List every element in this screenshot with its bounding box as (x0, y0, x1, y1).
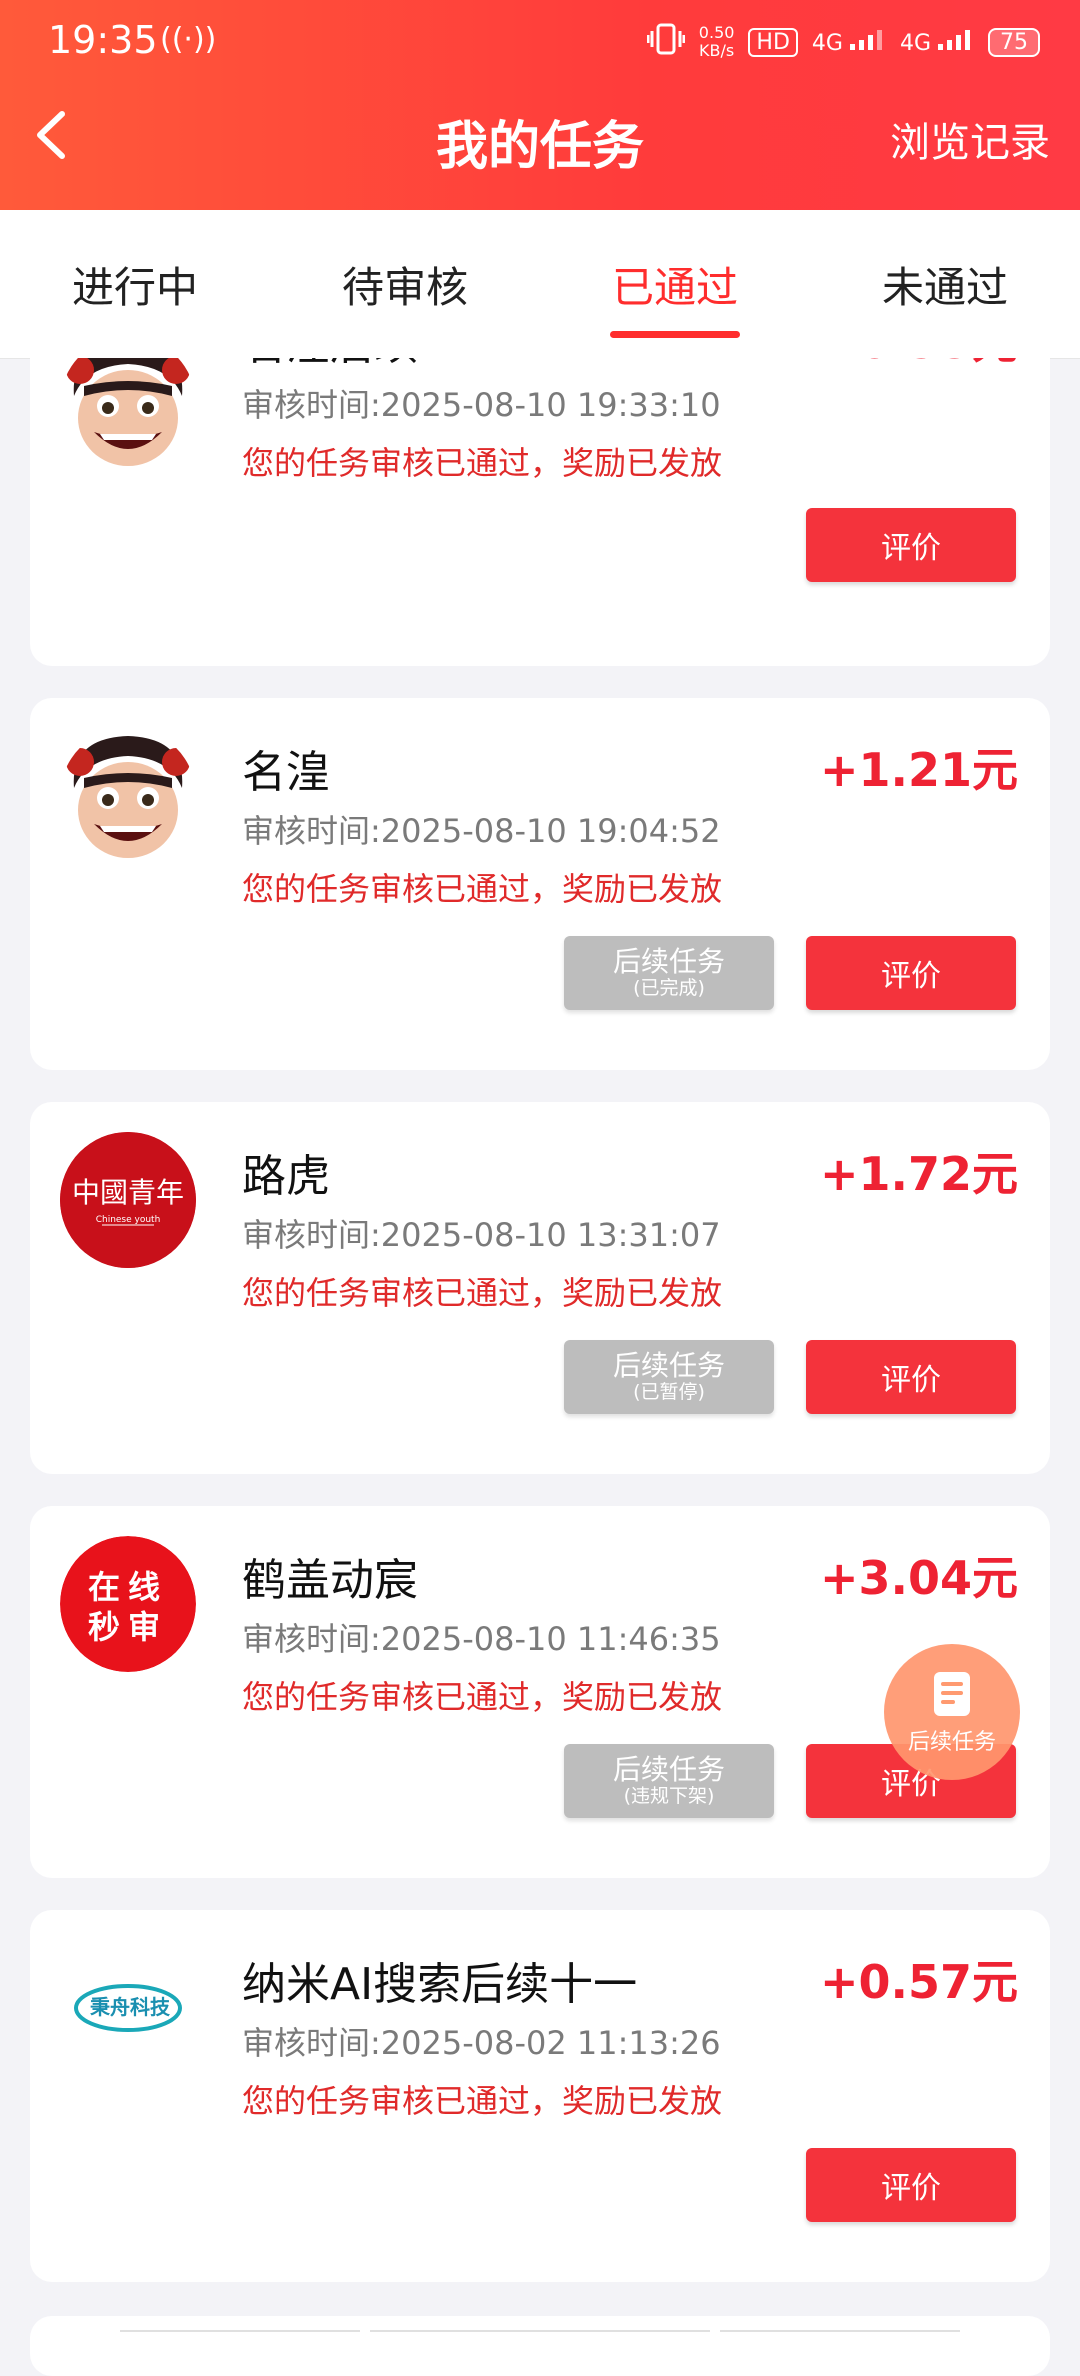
floating-follow-up-button[interactable]: 后续任务 (884, 1644, 1020, 1780)
review-status: 您的任务审核已通过，奖励已发放 (242, 1678, 723, 1716)
task-name: 纳米AI搜索后续十一 (242, 1959, 638, 2010)
logo-subtext: Chinese youth (96, 1215, 161, 1225)
task-reward: +1.72元 (819, 1147, 1018, 1201)
follow-up-task-button[interactable]: 后续任务 (违规下架) (564, 1744, 774, 1818)
review-time: 审核时间:2025-08-10 19:33:10 (242, 386, 721, 424)
status-bar: 19:35 ((·)) 0.50 KB/s HD 4G 4G 75 (0, 0, 1080, 84)
task-avatar: 在线秒审 (60, 1536, 196, 1672)
sim2-label: 4G (899, 31, 931, 56)
follow-up-state: (已暂停) (633, 1381, 705, 1403)
follow-up-task-button[interactable]: 后续任务 (已暂停) (564, 1340, 774, 1414)
logo-text: 秉舟科技 (90, 1995, 171, 2019)
review-time: 审核时间:2025-08-10 13:31:07 (242, 1216, 721, 1254)
task-reward: +3.04元 (819, 1551, 1018, 1605)
review-button[interactable]: 评价 (806, 1340, 1016, 1414)
tab-approved[interactable]: 已通过 (540, 210, 810, 358)
task-card[interactable]: 名湟后续 +0.95元 审核时间:2025-08-10 19:33:10 您的任… (30, 358, 1050, 666)
hotspot-icon: ((·)) (160, 22, 217, 57)
task-avatar (60, 358, 196, 472)
follow-up-label: 后续任务 (612, 1753, 725, 1786)
review-time: 审核时间:2025-08-02 11:13:26 (242, 2024, 721, 2062)
divider (120, 2330, 360, 2332)
browse-history-link[interactable]: 浏览记录 (890, 110, 1050, 168)
tab-rejected[interactable]: 未通过 (810, 210, 1080, 358)
sim1-signal: 4G (812, 28, 886, 56)
task-card-partial[interactable] (30, 2316, 1050, 2376)
tab-in-progress[interactable]: 进行中 (0, 210, 270, 358)
follow-up-state: (已完成) (633, 977, 705, 999)
task-avatar: 中國青年 Chinese youth (60, 1132, 196, 1268)
status-time: 19:35 (48, 18, 158, 62)
task-name: 名湟 (242, 747, 330, 798)
task-avatar (60, 728, 196, 864)
task-name: 名湟后续 (242, 358, 418, 372)
status-icons: 0.50 KB/s HD 4G 4G 75 (646, 22, 1040, 62)
divider (370, 2330, 710, 2332)
sim1-label: 4G (811, 31, 843, 56)
task-reward: +0.95元 (820, 358, 1018, 372)
task-reward: +1.21元 (819, 743, 1018, 797)
task-card[interactable]: 中國青年 Chinese youth 路虎 +1.72元 审核时间:2025-0… (30, 1102, 1050, 1474)
floating-button-label: 后续任务 (907, 1730, 996, 1755)
review-status: 您的任务审核已通过，奖励已发放 (242, 1274, 723, 1312)
review-status: 您的任务审核已通过，奖励已发放 (242, 2082, 723, 2120)
task-name: 路虎 (242, 1151, 330, 1202)
net-speed-value: 0.50 (698, 23, 735, 42)
vibrate-icon (646, 22, 686, 62)
review-button[interactable]: 评价 (806, 936, 1016, 1010)
status-tabs: 进行中 待审核 已通过 未通过 (0, 210, 1080, 359)
task-reward: +0.57元 (819, 1955, 1018, 2009)
logo-text: 中國青年 (72, 1176, 184, 1209)
hd-badge: HD (748, 27, 798, 57)
task-avatar: 秉舟科技 (60, 1940, 196, 2076)
battery-indicator: 75 (988, 27, 1040, 57)
follow-up-task-button[interactable]: 后续任务 (已完成) (564, 936, 774, 1010)
net-speed: 0.50 KB/s (699, 24, 735, 60)
review-time: 审核时间:2025-08-10 19:04:52 (242, 812, 721, 850)
task-card[interactable]: 秉舟科技 纳米AI搜索后续十一 +0.57元 审核时间:2025-08-02 1… (30, 1910, 1050, 2282)
follow-up-label: 后续任务 (612, 1349, 725, 1382)
task-list-viewport[interactable]: 名湟后续 +0.95元 审核时间:2025-08-10 19:33:10 您的任… (0, 358, 1080, 2340)
app-header: 19:35 ((·)) 0.50 KB/s HD 4G 4G 75 我的任务 浏… (0, 0, 1080, 210)
task-card[interactable]: 名湟 +1.21元 审核时间:2025-08-10 19:04:52 您的任务审… (30, 698, 1050, 1070)
review-status: 您的任务审核已通过，奖励已发放 (242, 444, 723, 482)
document-icon (934, 1672, 970, 1716)
review-time: 审核时间:2025-08-10 11:46:35 (242, 1620, 721, 1658)
follow-up-label: 后续任务 (612, 945, 725, 978)
divider (720, 2330, 960, 2332)
net-speed-unit: KB/s (699, 41, 735, 60)
task-name: 鹤盖动宸 (242, 1555, 418, 1606)
sim2-signal: 4G (900, 28, 974, 56)
follow-up-state: (违规下架) (623, 1785, 715, 1807)
tab-pending-review[interactable]: 待审核 (270, 210, 540, 358)
review-status: 您的任务审核已通过，奖励已发放 (242, 870, 723, 908)
review-button[interactable]: 评价 (806, 508, 1016, 582)
review-button[interactable]: 评价 (806, 2148, 1016, 2222)
